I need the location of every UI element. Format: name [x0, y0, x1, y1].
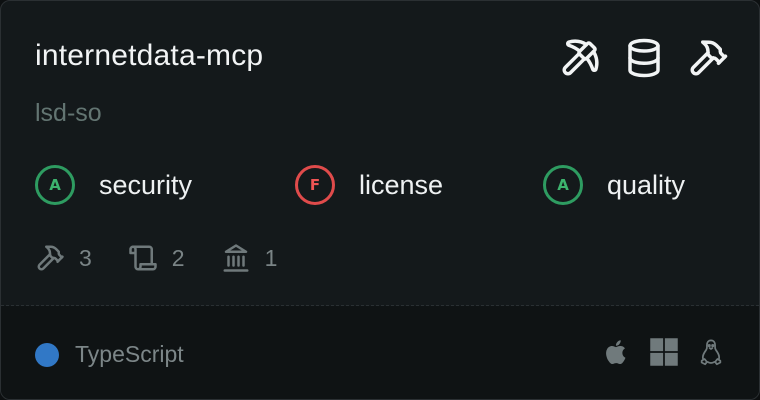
- landmark-icon: [223, 244, 249, 272]
- tools-count: 3: [79, 244, 92, 271]
- card-footer: TypeScript: [1, 306, 759, 399]
- language-name: TypeScript: [75, 341, 184, 367]
- license-label: license: [359, 169, 444, 200]
- license-grade-badge: F: [295, 165, 335, 205]
- tools-stat: 3: [35, 243, 92, 273]
- server-card[interactable]: internetdata-mcp lsd-so A security F lic…: [0, 0, 760, 400]
- windows-icon: [650, 338, 678, 366]
- language-color-dot: [35, 342, 59, 367]
- capability-icons: [559, 37, 729, 79]
- prompts-count: 2: [171, 244, 185, 271]
- security-score[interactable]: A security: [35, 165, 192, 205]
- quality-grade-badge: A: [543, 165, 583, 205]
- platform-icons: [603, 337, 725, 367]
- quality-score[interactable]: A quality: [543, 165, 685, 205]
- server-name[interactable]: internetdata-mcp: [35, 39, 263, 73]
- quality-label: quality: [607, 169, 686, 200]
- hammer-icon: [37, 245, 64, 271]
- language-indicator: TypeScript: [35, 341, 184, 368]
- linux-icon: [700, 339, 722, 366]
- security-grade-badge: A: [35, 165, 75, 205]
- hammer-icon: [690, 40, 728, 76]
- resources-stat: 1: [221, 243, 278, 273]
- database-icon: [628, 38, 660, 78]
- pickaxe-icon: [562, 39, 599, 76]
- stats-row: 3 2 1: [35, 243, 313, 273]
- apple-icon: [606, 340, 626, 365]
- server-owner[interactable]: lsd-so: [35, 99, 102, 128]
- resources-count: 1: [264, 244, 278, 271]
- scroll-icon: [129, 245, 157, 271]
- score-row: A security F license A quality: [35, 165, 735, 211]
- license-score[interactable]: F license: [295, 165, 443, 205]
- security-label: security: [99, 169, 193, 200]
- prompts-stat: 2: [128, 243, 185, 273]
